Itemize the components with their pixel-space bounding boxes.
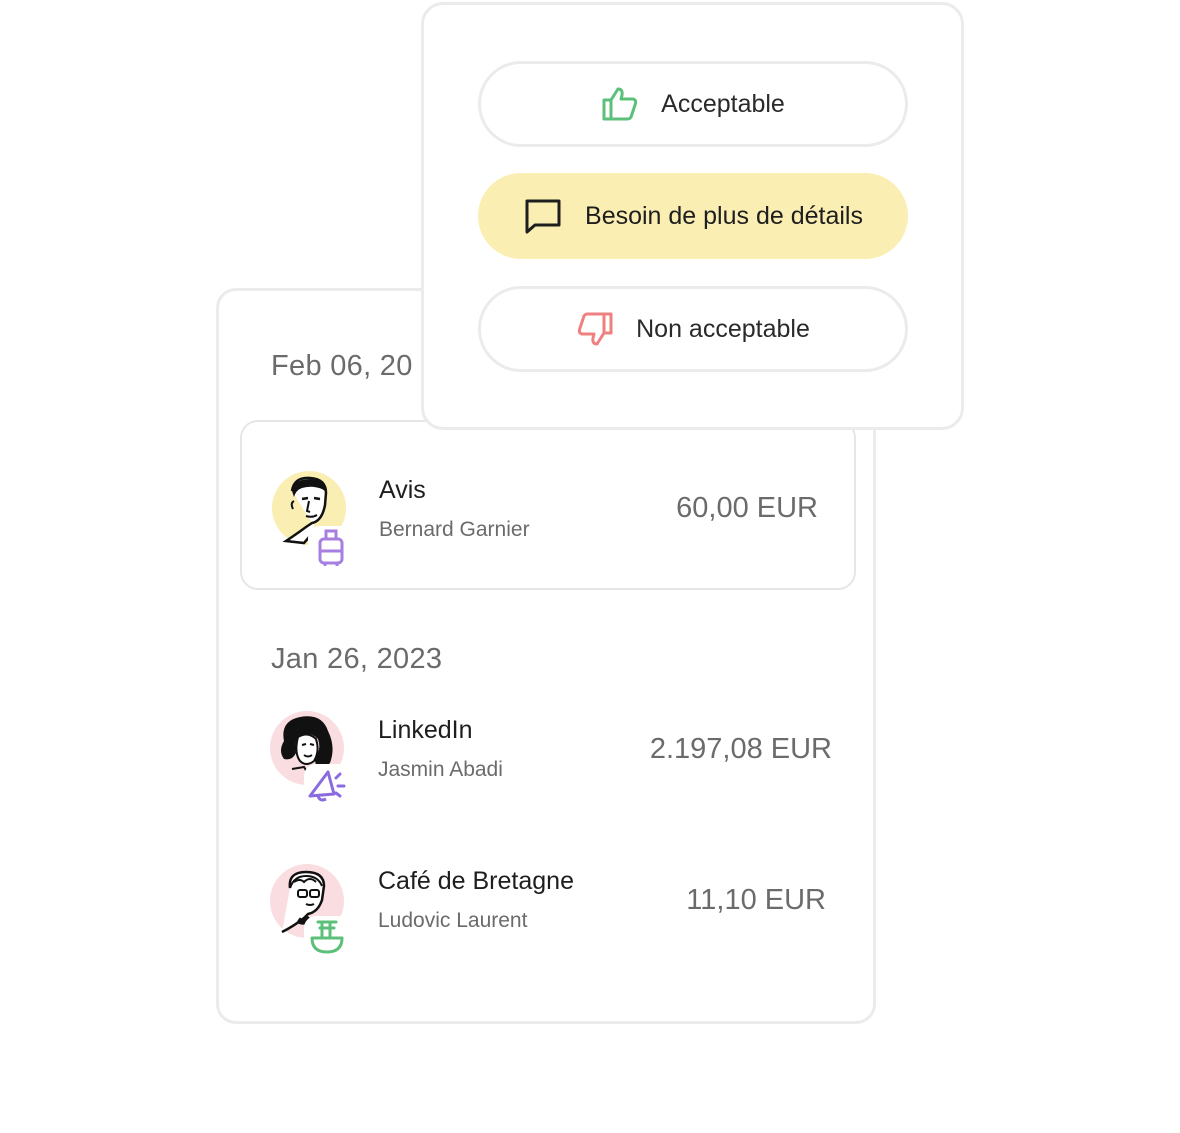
person-name: Bernard Garnier [379, 518, 530, 541]
thumbs-down-icon [576, 311, 614, 347]
transaction-row-cafe[interactable]: Café de Bretagne Ludovic Laurent 11,10 E… [240, 832, 856, 1002]
option-label: Non acceptable [636, 314, 810, 343]
date-header-jan: Jan 26, 2023 [271, 643, 443, 675]
option-label: Acceptable [661, 89, 785, 118]
category-badge [308, 526, 354, 572]
need-details-option[interactable]: Besoin de plus de détails [478, 173, 908, 259]
luggage-icon [317, 527, 345, 572]
option-label: Besoin de plus de détails [585, 201, 863, 230]
acceptable-option[interactable]: Acceptable [478, 61, 908, 147]
not-acceptable-option[interactable]: Non acceptable [478, 286, 908, 372]
merchant-name: LinkedIn [378, 716, 473, 744]
category-badge [304, 764, 350, 810]
amount: 11,10 EUR [686, 884, 826, 916]
person-name: Jasmin Abadi [378, 758, 503, 781]
megaphone-icon [306, 766, 348, 809]
category-badge [304, 916, 350, 962]
person-name: Ludovic Laurent [378, 909, 528, 932]
food-bowl-icon [308, 918, 346, 961]
transaction-row-linkedin[interactable]: LinkedIn Jasmin Abadi 2.197,08 EUR [240, 680, 856, 850]
message-bubble-icon [523, 197, 563, 235]
merchant-name: Avis [379, 476, 426, 504]
amount: 60,00 EUR [676, 492, 818, 524]
date-header-feb: Feb 06, 20 [271, 350, 413, 382]
transaction-row-avis[interactable]: Avis Bernard Garnier 60,00 EUR [240, 420, 856, 590]
thumbs-up-icon [601, 86, 639, 122]
merchant-name: Café de Bretagne [378, 867, 574, 895]
amount: 2.197,08 EUR [649, 733, 832, 765]
